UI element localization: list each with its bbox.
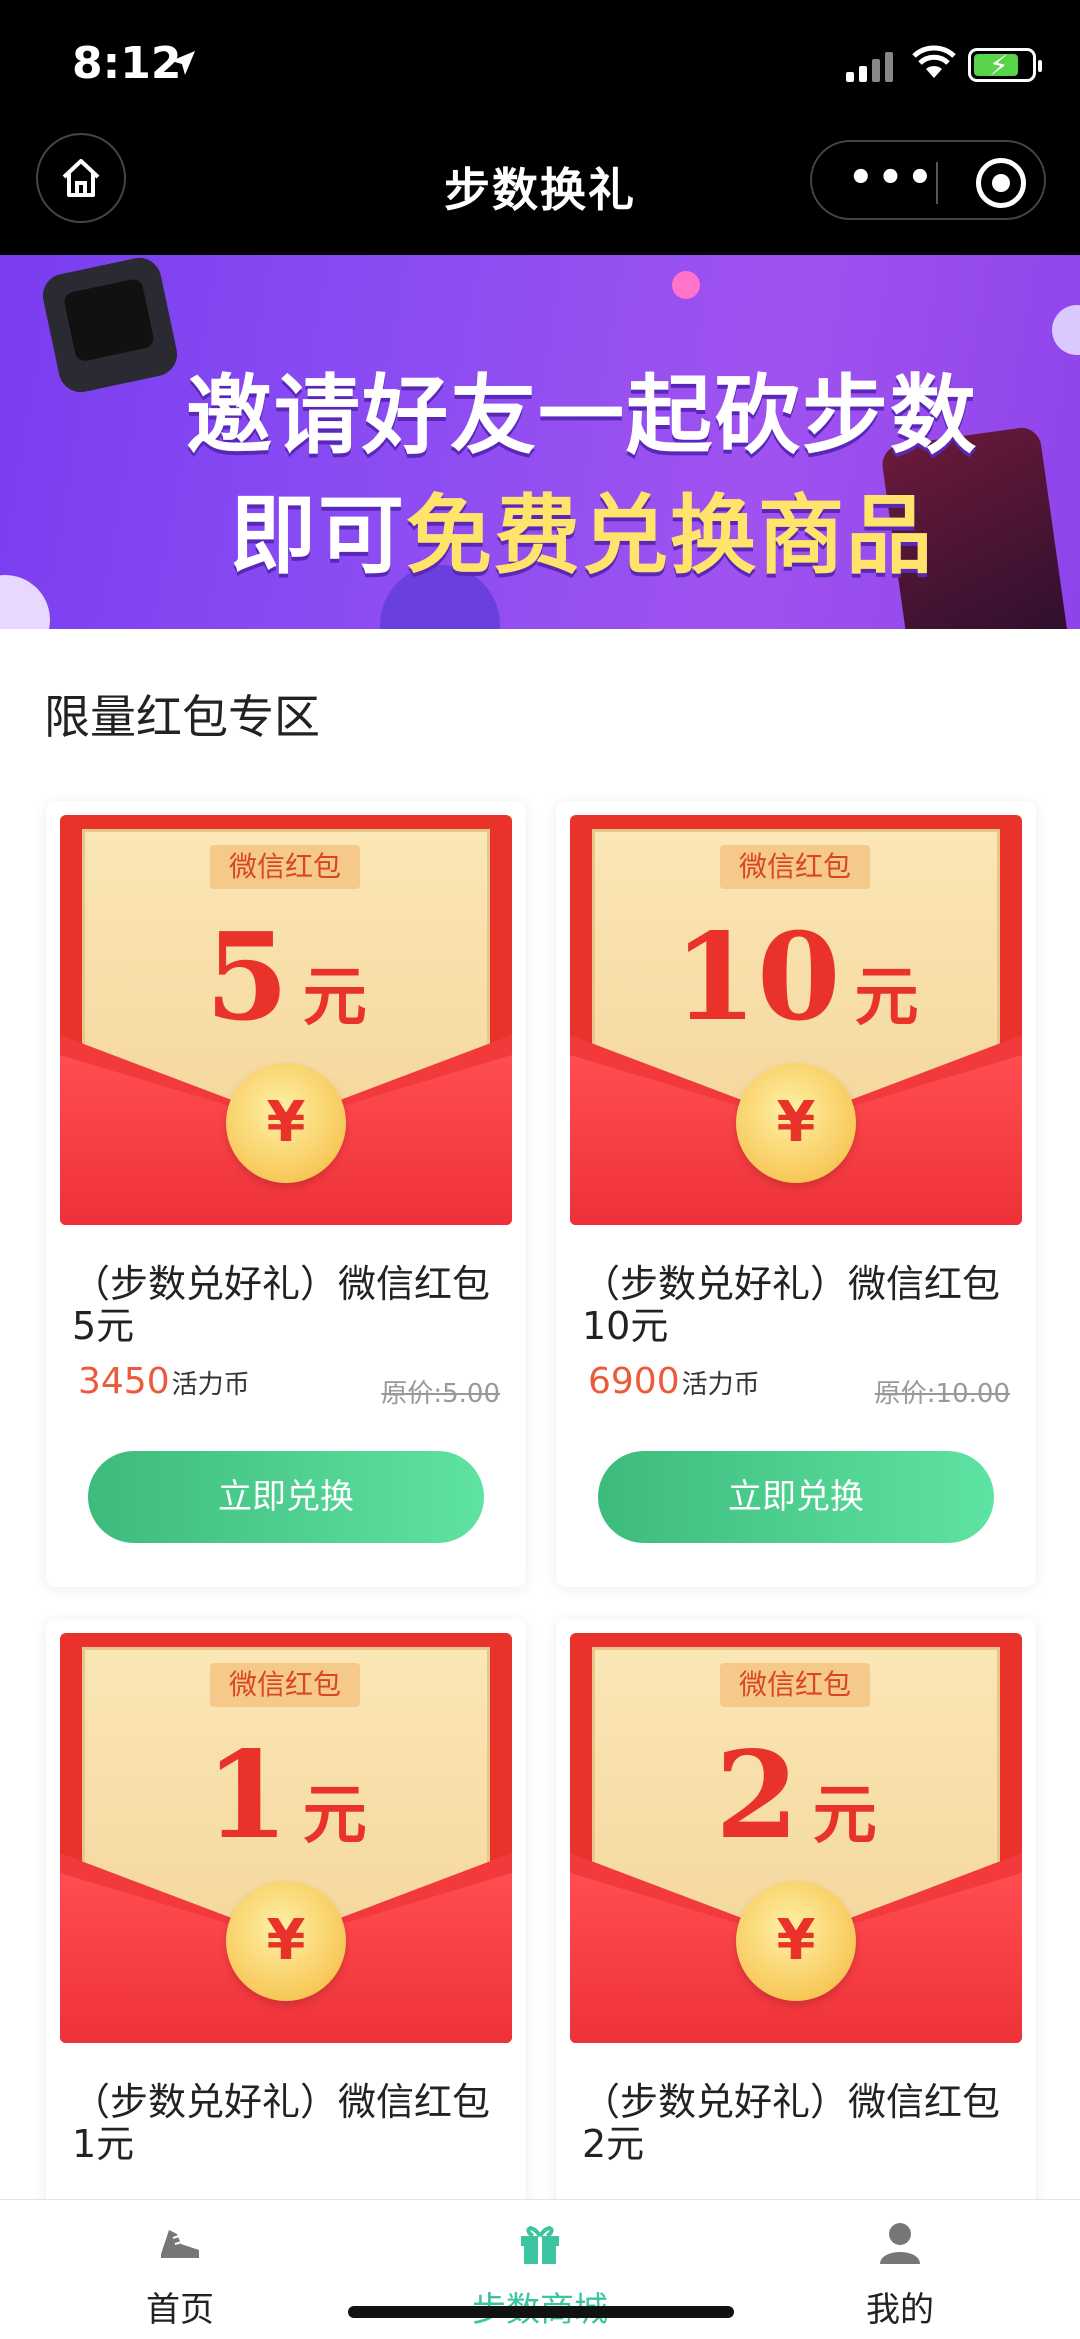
- red-packet-image: 微信红包 1元 ¥: [60, 1633, 512, 2043]
- smartwatch-image: [38, 255, 182, 397]
- original-price: 原价:10.00: [874, 1379, 1010, 1409]
- capsule-menu: •••: [810, 140, 1046, 220]
- red-packet-image: 微信红包 5元 ¥: [60, 815, 512, 1225]
- red-packet-image: 微信红包 2元 ¥: [570, 1633, 1022, 2043]
- redeem-button[interactable]: 立即兑换: [598, 1451, 994, 1543]
- decor-ball: [0, 575, 50, 629]
- location-arrow-icon: [171, 51, 195, 75]
- product-price: 3450活力币: [78, 1361, 250, 1402]
- more-options-button[interactable]: •••: [848, 158, 937, 198]
- promo-banner[interactable]: 邀请好友一起砍步数 即可免费兑换商品: [0, 255, 1080, 629]
- gift-icon: [521, 2226, 559, 2264]
- tab-home[interactable]: 首页: [0, 2200, 360, 2339]
- shoe-icon: [161, 2230, 199, 2258]
- user-icon: [880, 2223, 920, 2264]
- mini-program-navbar: 步数换礼 •••: [0, 130, 1080, 255]
- product-tag: 微信红包: [210, 1663, 360, 1707]
- wifi-icon: [912, 45, 956, 78]
- red-packet-amount: 10 元: [673, 907, 919, 1048]
- tab-label: 首页: [146, 2290, 214, 2330]
- redeem-button[interactable]: 立即兑换: [88, 1451, 484, 1543]
- bottom-tab-bar: 首页 步数商城 我的: [0, 2199, 1080, 2339]
- product-tag: 微信红包: [720, 1663, 870, 1707]
- red-packet-amount: 1元: [205, 1725, 367, 1866]
- battery-icon: ⚡: [968, 48, 1042, 82]
- capsule-divider: [936, 162, 938, 204]
- banner-headline: 邀请好友一起砍步数: [186, 366, 978, 466]
- banner-subheadline-prefix: 即可: [230, 486, 406, 586]
- banner-subheadline-highlight: 免费兑换商品: [406, 486, 934, 586]
- red-packet-image: 微信红包 10 元 ¥: [570, 815, 1022, 1225]
- yuan-coin-icon: ¥: [736, 1063, 856, 1183]
- tab-profile[interactable]: 我的: [720, 2200, 1080, 2339]
- tab-step-mall[interactable]: 步数商城: [360, 2200, 720, 2339]
- decor-ball: [1052, 305, 1080, 355]
- product-name: （步数兑好礼）微信红包10元: [582, 1262, 1001, 1348]
- cellular-signal-icon: [846, 52, 893, 82]
- product-name: （步数兑好礼）微信红包2元: [582, 2080, 1001, 2166]
- banner-subheadline: 即可免费兑换商品: [230, 465, 934, 590]
- product-tag: 微信红包: [720, 845, 870, 889]
- yuan-coin-icon: ¥: [736, 1881, 856, 2001]
- close-miniprogram-button[interactable]: [976, 158, 1026, 208]
- product-name: （步数兑好礼）微信红包5元: [72, 1262, 491, 1348]
- red-packet-amount: 5元: [205, 907, 367, 1048]
- product-section: 限量红包专区 微信红包 5元 ¥ （步数兑好礼）微信红包5元 3450活力币 原…: [0, 629, 1080, 2339]
- product-card[interactable]: 微信红包 10 元 ¥ （步数兑好礼）微信红包10元 6900活力币 原价:10.…: [556, 801, 1036, 1587]
- status-bar: 8:12 ⚡: [0, 0, 1080, 130]
- product-name: （步数兑好礼）微信红包1元: [72, 2080, 491, 2166]
- section-title: 限量红包专区: [44, 690, 320, 744]
- original-price: 原价:5.00: [381, 1379, 500, 1409]
- product-card[interactable]: 微信红包 5元 ¥ （步数兑好礼）微信红包5元 3450活力币 原价:5.00 …: [46, 801, 526, 1587]
- status-time: 8:12: [72, 38, 182, 89]
- home-indicator: [348, 2306, 734, 2318]
- yuan-coin-icon: ¥: [226, 1063, 346, 1183]
- tab-label: 我的: [866, 2290, 934, 2330]
- product-price: 6900活力币: [588, 1361, 760, 1402]
- yuan-coin-icon: ¥: [226, 1881, 346, 2001]
- decor-ball: [672, 271, 700, 299]
- red-packet-amount: 2元: [715, 1725, 877, 1866]
- product-tag: 微信红包: [210, 845, 360, 889]
